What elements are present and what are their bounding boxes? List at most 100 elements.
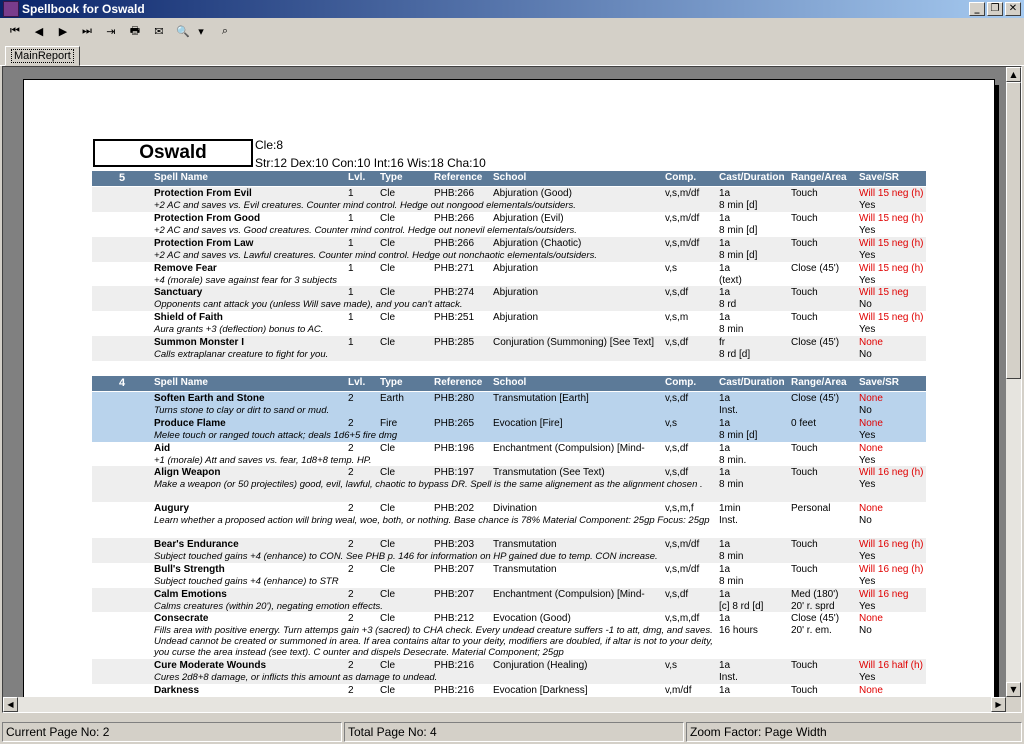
spell-name: Sanctuary (154, 287, 203, 298)
scroll-down-button[interactable]: ▼ (1006, 682, 1021, 697)
close-button[interactable]: ✕ (1005, 2, 1021, 16)
spell-type: Cle (380, 564, 396, 575)
export-icon[interactable]: ✉ (148, 20, 170, 42)
spell-resistance: No (859, 299, 872, 310)
toolbar: ⏮ ◀ ▶ ⏭ ⇥ 🖶 ✉ 🔍 ▾ ⌕ (0, 18, 1024, 44)
spell-description: Subject touched gains +4 (enhance) to CO… (154, 551, 658, 562)
spell-level-group: 4 Spell Name Lvl. Type Reference School Comp. C… (92, 376, 926, 712)
vertical-scroll-thumb[interactable] (1006, 82, 1021, 379)
column-header-range: Range/Area (791, 172, 847, 183)
first-page-icon[interactable]: ⏮ (4, 20, 26, 42)
horizontal-scrollbar[interactable]: ◀ ▶ (3, 697, 1006, 712)
spell-save: Will 15 neg (h) (859, 213, 924, 224)
next-page-icon[interactable]: ▶ (52, 20, 74, 42)
column-header-ref: Reference (434, 172, 483, 183)
spell-level: 2 (348, 467, 354, 478)
spell-duration: [c] 8 rd [d] (719, 601, 764, 612)
spell-row: Cure Moderate Wounds 2 Cle PHB:216 Conjurati… (92, 659, 926, 684)
spell-description: +2 AC and saves vs. Good creatures. Coun… (154, 225, 577, 236)
spell-level: 2 (348, 539, 354, 550)
report-viewport: Oswald Cle:8 Str:12 Dex:10 Con:10 Int:16… (2, 66, 1022, 713)
spell-save: Will 16 neg (859, 589, 909, 600)
spell-school: Enchantment (Compulsion) [Mind- (493, 443, 645, 454)
column-header-lvl: Lvl. (348, 377, 366, 388)
spell-description: Opponents cant attack you (unless Will s… (154, 299, 463, 310)
spell-name: Protection From Evil (154, 188, 252, 199)
character-stats: Str:12 Dex:10 Con:10 Int:16 Wis:18 Cha:1… (255, 156, 486, 170)
spell-duration: Inst. (719, 672, 738, 683)
column-header-comp: Comp. (665, 172, 697, 183)
find-icon[interactable]: ⌕ (214, 20, 236, 42)
tab-mainreport[interactable]: MainReport (5, 46, 80, 66)
spell-type: Earth (380, 393, 404, 404)
total-page-status: Total Page No: 4 (344, 722, 684, 742)
print-icon[interactable]: 🖶 (124, 20, 146, 42)
spell-row: Protection From Law 1 Cle PHB:266 Abjuration… (92, 237, 926, 262)
vertical-scrollbar[interactable]: ▲ ▼ (1006, 67, 1021, 697)
spell-type: Cle (380, 238, 396, 249)
spell-range: Touch (791, 213, 818, 224)
window-title: Spellbook for Oswald (22, 2, 145, 16)
spell-row: Calm Emotions 2 Cle PHB:207 Enchantment (Com… (92, 588, 926, 612)
maximize-button[interactable]: ❐ (987, 2, 1003, 16)
scroll-left-button[interactable]: ◀ (3, 697, 18, 712)
spell-school: Abjuration (Evil) (493, 213, 564, 224)
spell-casting-time: 1a (719, 660, 731, 671)
spell-casting-time: 1a (719, 312, 731, 323)
app-icon (3, 1, 19, 17)
spell-type: Cle (380, 263, 396, 274)
spell-save: Will 15 neg (h) (859, 188, 924, 199)
spell-save: Will 15 neg (h) (859, 238, 924, 249)
spell-level: 2 (348, 418, 354, 429)
spell-name: Protection From Good (154, 213, 261, 224)
spell-resistance: Yes (859, 275, 876, 286)
spell-level: 1 (348, 188, 354, 199)
spell-resistance: Yes (859, 324, 876, 335)
spell-range: Touch (791, 443, 818, 454)
scroll-right-button[interactable]: ▶ (991, 697, 1006, 712)
spell-level: 2 (348, 660, 354, 671)
spell-casting-time: fr (719, 337, 726, 348)
zoom-icon[interactable]: 🔍 (172, 20, 194, 42)
column-header-type: Type (380, 377, 403, 388)
spells-known-count: 4 (119, 377, 126, 389)
spell-reference: PHB:202 (434, 503, 475, 514)
group-header: 4 Spell Name Lvl. Type Reference School Comp. C… (92, 376, 926, 391)
goto-page-icon[interactable]: ⇥ (100, 20, 122, 42)
spell-level: 2 (348, 613, 354, 624)
spell-reference: PHB:266 (434, 213, 475, 224)
spell-components: v,s,df (665, 467, 689, 478)
last-page-icon[interactable]: ⏭ (76, 20, 98, 42)
spell-resistance: Yes (859, 250, 876, 261)
spell-name: Bear's Endurance (154, 539, 239, 550)
minimize-button[interactable]: _ (969, 2, 985, 16)
spell-components: v,s,m/df (665, 539, 700, 550)
spell-save: None (859, 613, 883, 624)
spell-range: 0 feet (791, 418, 817, 429)
spell-range: Touch (791, 312, 818, 323)
spell-duration: 8 rd (719, 299, 737, 310)
spell-description: Calls extraplanar creature to fight for … (154, 349, 329, 360)
spell-casting-time: 1min (719, 503, 741, 514)
spell-school: Abjuration (Good) (493, 188, 572, 199)
spell-save: Will 16 half (h) (859, 660, 923, 671)
column-header-range: Range/Area (791, 377, 847, 388)
spell-range: Touch (791, 287, 818, 298)
spell-components: v,s (665, 660, 678, 671)
spell-description: +1 (morale) Att and saves vs. fear, 1d8+… (154, 455, 372, 466)
previous-page-icon[interactable]: ◀ (28, 20, 50, 42)
spell-components: v,s,m/df (665, 238, 700, 249)
scroll-up-button[interactable]: ▲ (1006, 67, 1021, 82)
zoom-dropdown-icon[interactable]: ▾ (196, 20, 206, 42)
spell-range: Close (45') (791, 393, 840, 404)
column-header-comp: Comp. (665, 377, 697, 388)
spell-name: Augury (154, 503, 189, 514)
report-page: Oswald Cle:8 Str:12 Dex:10 Con:10 Int:16… (23, 79, 995, 712)
spell-casting-time: 1a (719, 539, 731, 550)
spell-name: Remove Fear (154, 263, 217, 274)
spell-name: Calm Emotions (154, 589, 227, 600)
spell-reference: PHB:266 (434, 188, 475, 199)
spell-range: Touch (791, 188, 818, 199)
column-header-type: Type (380, 172, 403, 183)
spell-row: Protection From Good 1 Cle PHB:266 Abjuratio… (92, 212, 926, 237)
